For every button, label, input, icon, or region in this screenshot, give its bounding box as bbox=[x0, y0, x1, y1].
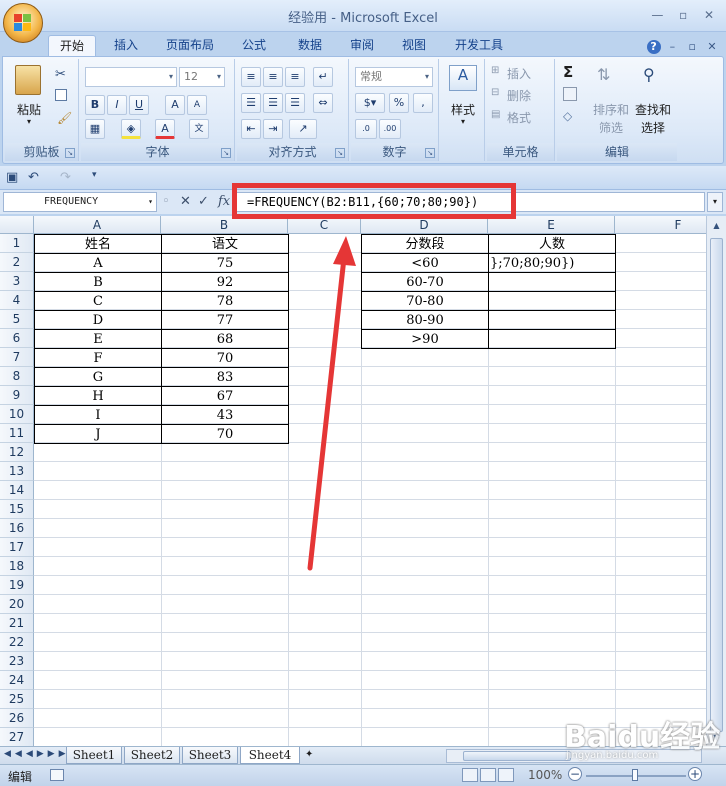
annotation-arrow bbox=[307, 236, 356, 571]
watermark-url: jingyan.baidu.com bbox=[566, 750, 659, 761]
baidu-watermark: Baidu经验 jingyan.baidu.com bbox=[564, 712, 720, 761]
